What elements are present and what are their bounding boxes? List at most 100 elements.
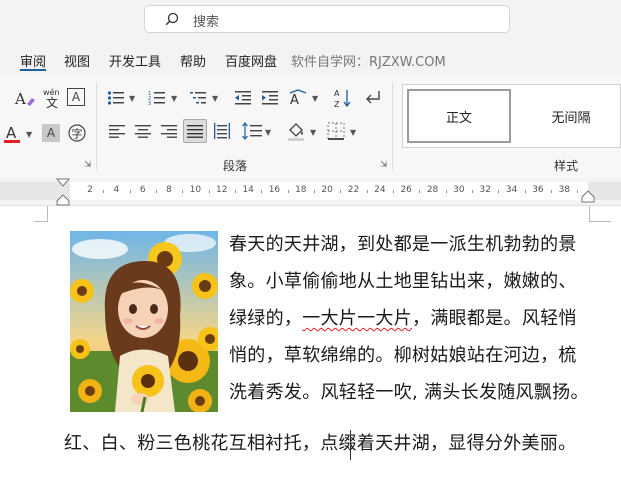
- line-spacing-dropdown-icon[interactable]: ▼: [265, 128, 271, 137]
- ruler-tick: [208, 190, 210, 193]
- ruler-tick: [129, 190, 131, 193]
- font-color-icon[interactable]: A: [2, 122, 24, 146]
- girl-sunflower-image[interactable]: [70, 231, 218, 412]
- crop-mark: [47, 206, 48, 222]
- align-center-icon[interactable]: [134, 122, 152, 140]
- numbering-icon[interactable]: 1 2 3: [147, 88, 167, 108]
- font-dialog-launcher-icon[interactable]: ⇲: [84, 160, 92, 170]
- ruler-tick: [419, 190, 421, 193]
- ruler-number: 26: [400, 185, 412, 195]
- doc-line-1: 春天的天井湖，到处都是一派生机勃勃的景: [229, 234, 577, 255]
- ruler-number: 16: [268, 185, 281, 195]
- clear-format-icon[interactable]: A: [12, 86, 38, 110]
- crop-mark: [589, 206, 590, 222]
- ruler-tick: [313, 190, 315, 193]
- ruler-number: 36: [532, 185, 544, 195]
- line-spacing-icon[interactable]: [241, 121, 263, 141]
- enclose-char-icon[interactable]: 字: [67, 123, 87, 143]
- numbering-dropdown-icon[interactable]: ▼: [171, 94, 177, 103]
- search-icon: [165, 12, 179, 26]
- tab-review[interactable]: 审阅: [20, 51, 46, 70]
- svg-text:A: A: [334, 89, 340, 98]
- first-line-indent-marker-icon[interactable]: [55, 178, 71, 206]
- ruler-tick: [287, 190, 289, 193]
- ruler-tick: [182, 190, 184, 193]
- multilevel-dropdown-icon[interactable]: ▼: [212, 94, 218, 103]
- paragraph-group-label: 段落: [223, 159, 248, 173]
- chinese-layout-icon[interactable]: A: [288, 88, 310, 108]
- svg-text:A: A: [6, 124, 17, 142]
- bullets-icon[interactable]: [106, 88, 126, 108]
- ruler-tick: [524, 190, 526, 193]
- ruler-tick: [234, 190, 236, 193]
- spelling-error-text[interactable]: 一大片一大片: [302, 308, 412, 329]
- doc-line-5: 洗着秀发。风轻轻一吹, 满头长发随风飘扬。: [229, 382, 589, 403]
- ruler-tick: [366, 190, 368, 193]
- char-border-icon[interactable]: A: [67, 88, 85, 106]
- svg-text:字: 字: [72, 127, 83, 141]
- svg-text:A: A: [14, 90, 26, 108]
- menu-bar: 审阅 视图 开发工具 帮助 百度网盘 软件自学网：RJZXW.COM: [0, 42, 621, 74]
- phonetic-guide-icon[interactable]: wén 文: [42, 86, 62, 110]
- crop-mark: [34, 221, 48, 222]
- doc-line-6: 红、白、粉三色桃花互相衬托，点缀着天井湖，显得分外美丽。: [64, 433, 577, 454]
- doc-line-3-pre: 绿绿的，: [229, 308, 303, 329]
- align-left-icon[interactable]: [108, 122, 126, 140]
- shading-dropdown-icon[interactable]: ▼: [310, 128, 316, 137]
- styles-group-label: 样式: [554, 159, 579, 173]
- right-indent-marker-icon[interactable]: [580, 190, 596, 204]
- doc-line-3-post: ，满眼都是。风轻悄: [412, 308, 577, 329]
- tab-developer[interactable]: 开发工具: [109, 51, 161, 70]
- char-shading-icon[interactable]: A: [42, 124, 60, 142]
- group-separator: [96, 82, 97, 170]
- justify-button[interactable]: [183, 119, 207, 143]
- bullets-dropdown-icon[interactable]: ▼: [129, 94, 135, 103]
- ruler-tick: [155, 190, 157, 193]
- show-marks-icon[interactable]: [363, 88, 383, 108]
- group-separator: [392, 82, 393, 170]
- text-cursor: [350, 430, 351, 460]
- multilevel-list-icon[interactable]: [188, 88, 208, 108]
- style-normal[interactable]: 正文: [407, 89, 511, 143]
- ruler-number: 18: [295, 185, 307, 195]
- tab-help[interactable]: 帮助: [180, 51, 206, 70]
- svg-text:Z: Z: [334, 100, 340, 109]
- ruler-tick: [498, 190, 500, 193]
- sort-icon[interactable]: A Z: [333, 87, 353, 109]
- font-color-dropdown-icon[interactable]: ▼: [26, 130, 32, 139]
- paragraph-dialog-launcher-icon[interactable]: ⇲: [380, 160, 388, 170]
- ruler-number: 24: [374, 185, 386, 195]
- ruler-number: 4: [113, 185, 120, 195]
- distributed-icon[interactable]: [212, 121, 232, 141]
- search-box[interactable]: 搜索: [144, 5, 510, 33]
- ruler-tick: [261, 190, 263, 193]
- doc-line-4: 悄的，草软绵绵的。柳树姑娘站在河边，梳: [229, 345, 577, 366]
- ruler-tick: [340, 190, 342, 193]
- tab-view[interactable]: 视图: [64, 51, 90, 70]
- doc-line-3: 绿绿的，一大片一大片，满眼都是。风轻悄: [229, 304, 577, 330]
- ruler-number: 32: [479, 185, 491, 195]
- borders-dropdown-icon[interactable]: ▼: [350, 128, 356, 137]
- ruler-number: 12: [216, 185, 228, 195]
- horizontal-ruler[interactable]: 2 4 6 8 10 12 14 16 18 20 22 24 26 28 30 32 34 36 38: [0, 178, 621, 206]
- chinese-layout-dropdown-icon[interactable]: ▼: [312, 94, 318, 103]
- styles-gallery: 正文 无间隔: [402, 84, 621, 148]
- svg-text:文: 文: [46, 95, 58, 110]
- align-right-icon[interactable]: [160, 122, 178, 140]
- ruler-tick: [577, 190, 579, 193]
- shading-icon[interactable]: [286, 120, 308, 142]
- style-no-spacing[interactable]: 无间隔: [521, 89, 621, 143]
- ruler-number: 38: [558, 185, 571, 195]
- decrease-indent-icon[interactable]: [233, 88, 253, 108]
- svg-text:A: A: [290, 93, 299, 107]
- ruler-number: 2: [87, 185, 93, 195]
- borders-icon[interactable]: [326, 121, 346, 141]
- crop-mark: [589, 221, 611, 222]
- ruler-number: 22: [347, 185, 360, 195]
- doc-line-2: 象。小草偷偷地从土地里钻出来，嫩嫩的、: [229, 271, 577, 292]
- increase-indent-icon[interactable]: [260, 88, 280, 108]
- document-page[interactable]: 春天的天井湖，到处都是一派生机勃勃的景 象。小草偷偷地从土地里钻出来，嫩嫩的、 …: [0, 206, 621, 481]
- tab-baidu-netdisk[interactable]: 百度网盘: [225, 51, 277, 70]
- search-placeholder: 搜索: [193, 15, 220, 30]
- justify-icon: [187, 125, 203, 138]
